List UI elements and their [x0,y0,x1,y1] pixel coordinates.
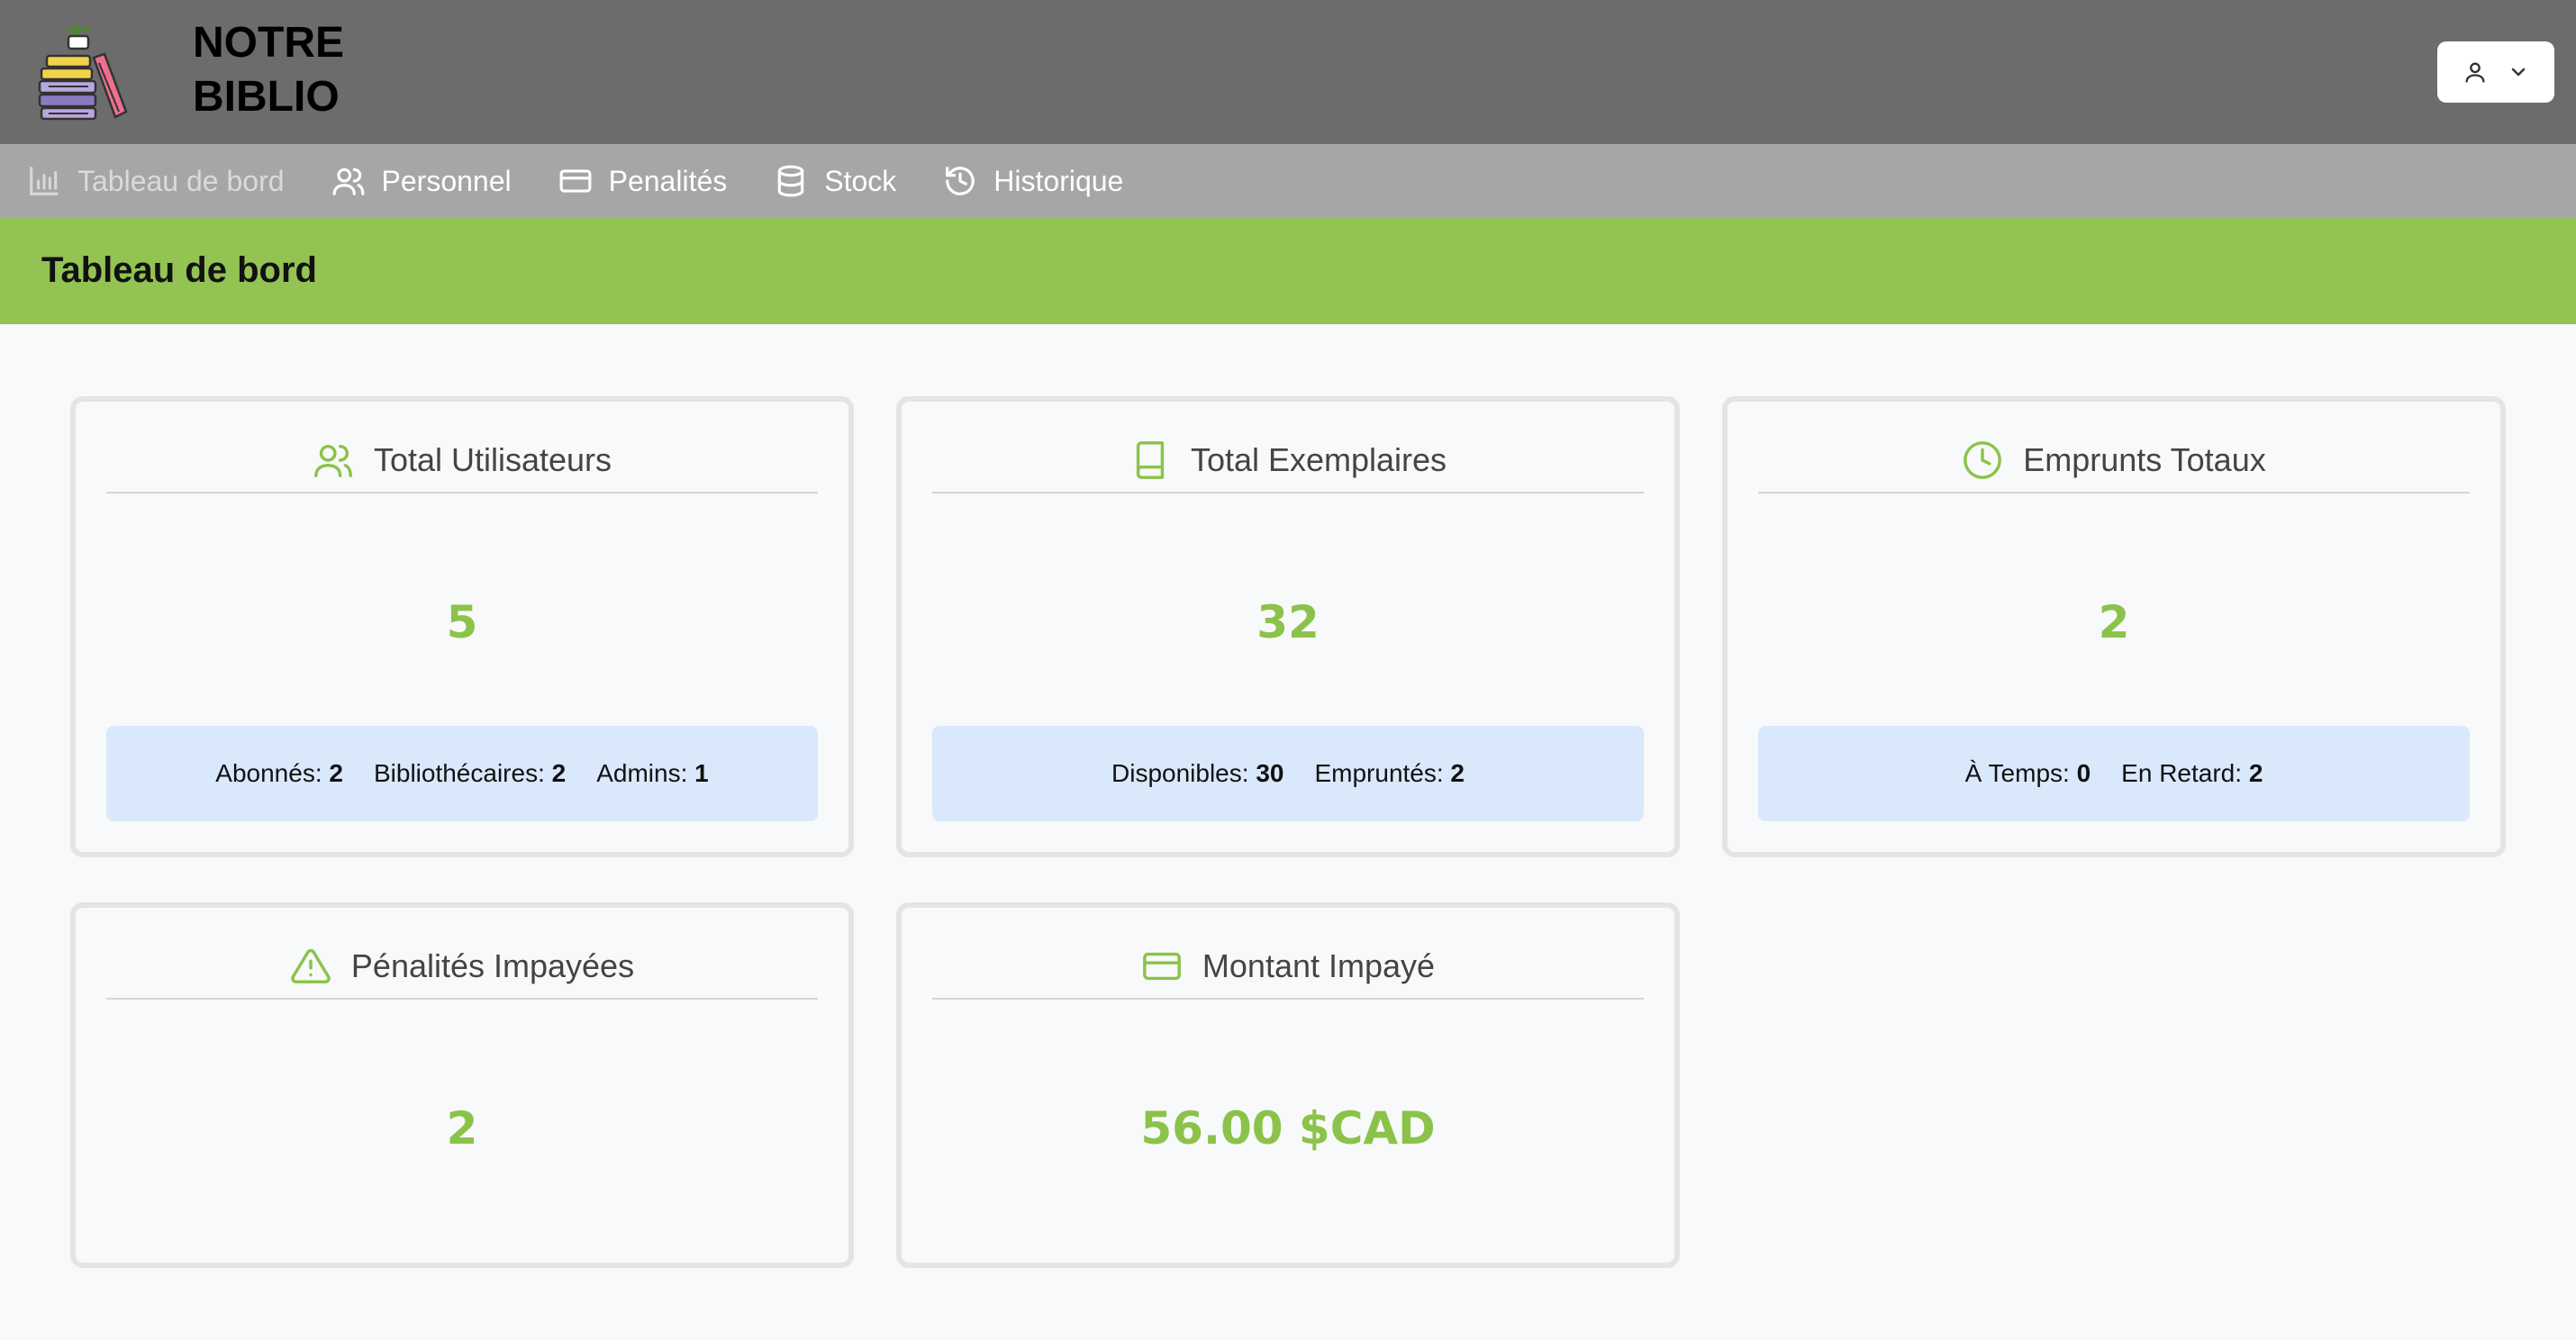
nav-item-tableau-de-bord[interactable]: Tableau de bord [27,164,285,198]
book-icon [1136,441,1165,479]
card-value: 2 [2098,596,2130,648]
brand-name: NOTRE BIBLIO [193,16,344,124]
stat-value: 2 [1450,759,1465,787]
nav-item-stock[interactable]: Stock [774,164,896,198]
books-stack-logo [38,24,128,121]
stat-label: Abonnés: [215,759,322,787]
history-icon [946,167,975,195]
nav-label: Penalités [608,164,728,197]
stat-a-temps: À Temps: 0 [1965,759,2091,788]
card-stats: Disponibles: 30 Empruntés: 2 [932,726,1644,821]
stat-label: À Temps: [1964,759,2070,787]
card-header: Pénalités Impayées [106,935,818,1000]
card-header: Total Exemplaires [932,429,1644,493]
stat-bibliothecaires: Bibliothécaires: 2 [374,759,566,788]
users-icon [332,168,364,195]
card-title: Total Exemplaires [1190,441,1447,478]
nav-label: Personnel [381,164,512,197]
stat-admins: Admins: 1 [596,759,709,788]
nav-item-historique[interactable]: Historique [943,164,1123,198]
stat-empruntes: Empruntés: 2 [1314,759,1465,788]
card-value: 2 [446,1102,478,1154]
stat-value: 2 [329,759,343,787]
stat-value: 2 [551,759,567,787]
card-title: Pénalités Impayées [350,947,635,984]
card-header: Emprunts Totaux [1758,429,2470,493]
alert-triangle-icon [291,949,331,983]
card-title: Emprunts Totaux [2023,441,2266,478]
stat-en-retard: En Retard: 2 [2121,759,2263,788]
stat-abonnes: Abonnés: 2 [215,759,343,788]
stat-label: Disponibles: [1111,759,1249,787]
stat-label: Admins: [596,759,688,787]
card-title: Total Utilisateurs [373,441,612,478]
card-unpaid-penalties: Pénalités Impayées 2 [70,902,854,1268]
card-header: Total Utilisateurs [106,429,818,493]
card-value: 56.00 $CAD [1140,1102,1436,1154]
top-header: NOTRE BIBLIO [0,0,2576,144]
user-icon [2465,62,2485,83]
database-icon [778,165,804,197]
card-header: Montant Impayé [932,935,1644,1000]
page-title: Tableau de bord [41,250,317,290]
bar-chart-icon [30,167,59,195]
nav-item-penalites[interactable]: Penalités [558,164,728,198]
page-title-bar [0,218,2576,324]
stat-value: 2 [2248,759,2263,787]
card-total-users: Total Utilisateurs 5 Abonnés: 2 Biblioth… [70,396,854,857]
card-value: 32 [1256,596,1320,648]
brand-line-1: NOTRE [193,19,344,67]
chevron-down-icon [2511,68,2526,77]
credit-card-icon [559,169,592,193]
card-unpaid-amount: Montant Impayé 56.00 $CAD [896,902,1680,1268]
stat-value: 1 [694,759,709,787]
stat-value: 0 [2076,759,2091,787]
stat-label: Bibliothécaires: [373,759,545,787]
card-title: Montant Impayé [1202,947,1436,984]
stat-label: En Retard: [2121,759,2243,787]
card-total-copies: Total Exemplaires 32 Disponibles: 30 Emp… [896,396,1680,857]
stat-value: 30 [1256,759,1284,787]
nav-label: Stock [824,164,897,197]
stat-label: Empruntés: [1314,759,1444,787]
nav-label: Historique [993,164,1124,197]
stat-disponibles: Disponibles: 30 [1111,759,1283,788]
brand-line-2: BIBLIO [193,73,340,121]
nav-item-personnel[interactable]: Personnel [331,164,512,198]
clock-icon [1964,441,2002,479]
card-total-loans: Emprunts Totaux 2 À Temps: 0 En Retard: … [1722,396,2506,857]
card-value: 5 [446,596,478,648]
user-menu-button[interactable] [2437,41,2554,103]
credit-card-icon [1143,952,1181,981]
card-stats: À Temps: 0 En Retard: 2 [1758,726,2470,821]
nav-label: Tableau de bord [77,164,285,197]
card-stats: Abonnés: 2 Bibliothécaires: 2 Admins: 1 [106,726,818,821]
main-nav: Tableau de bord Personnel Penalités Stoc… [0,144,2576,218]
users-icon [314,444,352,477]
